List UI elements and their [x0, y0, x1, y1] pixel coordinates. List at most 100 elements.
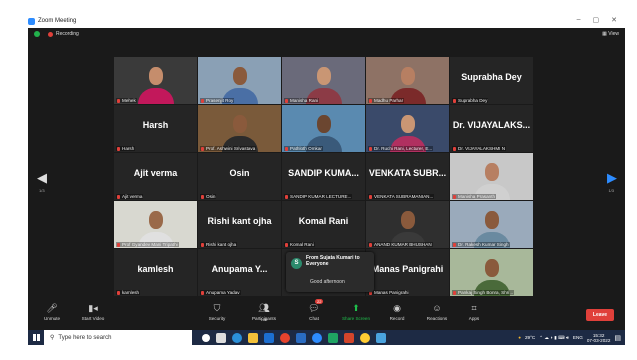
participant-tile[interactable]: Rishi kant ojha Rishi kant ojha	[198, 201, 281, 248]
security-shield-icon[interactable]	[34, 31, 40, 37]
participant-tile[interactable]: Suprabha Dey Suprabha Dey	[450, 57, 533, 104]
leave-button[interactable]: Leave	[586, 309, 614, 321]
security-label: Security	[208, 316, 226, 321]
chat-button[interactable]: 💬︎ 22 Chat	[291, 298, 337, 321]
participant-name-label: Prasenjit Roy	[200, 98, 235, 103]
participant-tile[interactable]: Madhu Parhar	[366, 57, 449, 104]
edge-icon[interactable]	[232, 332, 242, 343]
apps-button[interactable]: ⌗ Apps	[451, 298, 497, 321]
participants-button[interactable]: 👥︎186 Participants	[241, 298, 287, 322]
participant-face	[232, 114, 247, 133]
chat-notification[interactable]: S From Sujata Kumari to Everyone Good af…	[286, 252, 374, 292]
meeting-toolbar: 🎤︎ Unmute ▮◂ Start Video ⛉ Security 👥︎186 Pa…	[28, 298, 625, 330]
share-screen-label: Share Screen	[341, 316, 371, 321]
app-icon[interactable]	[376, 332, 386, 343]
participant-tile[interactable]: Dr. Rakesh Kumar Singh	[450, 201, 533, 248]
participant-display-name: Osin	[229, 168, 250, 178]
participant-tile[interactable]: Anupama Y... Anupama Yadav	[198, 249, 281, 296]
prev-page-arrow-icon[interactable]: ◀	[37, 170, 47, 186]
participant-tile[interactable]: Mehek	[114, 57, 197, 104]
participant-name: Ajit verma	[122, 194, 143, 199]
participant-name-label: Ajit verma	[116, 194, 144, 199]
minimize-button[interactable]: –	[577, 16, 581, 24]
participant-display-name: Ajit verma	[133, 168, 178, 178]
participant-tile[interactable]: Pathloth Omkar	[282, 105, 365, 152]
notifications-icon[interactable]: ▤	[614, 334, 621, 342]
screen: Zoom Meeting – ▢ ✕ Recording ▦ View ◀ 1/…	[0, 0, 637, 360]
participant-tile[interactable]: Dr. Ruchi Rani, Lecturer, E...	[366, 105, 449, 152]
participant-name-label: Harsh	[116, 146, 136, 151]
participant-face	[316, 66, 331, 85]
participant-video	[198, 57, 281, 104]
participant-name: Osin	[206, 194, 216, 199]
participant-tile[interactable]: Manisha Rani	[282, 57, 365, 104]
next-page-arrow-icon[interactable]: ▶	[607, 170, 617, 186]
muted-mic-icon	[201, 146, 204, 151]
participant-tile[interactable]: SANDIP KUMA... SANDIP KUMAR LECTURE...	[282, 153, 365, 200]
tray-icons[interactable]: ⌃ ☁ ◗ ▮ ⌨ 🔊︎	[539, 335, 569, 341]
cortana-icon[interactable]	[202, 333, 210, 342]
participant-face	[484, 258, 499, 277]
start-video-button[interactable]: ▮◂ Start Video	[70, 298, 116, 321]
clock[interactable]: 15:32 07-03-2022	[587, 333, 611, 343]
participant-video	[366, 57, 449, 104]
participant-name: Madhu Parhar	[374, 98, 404, 103]
taskbar-search-input[interactable]: ⚲ Type here to search	[44, 330, 192, 345]
participant-name-label: SANDIP KUMAR LECTURE...	[284, 194, 353, 199]
meeting-area: Recording ▦ View ◀ 1/3 ▶ 1/3 Mehek Prasen…	[28, 28, 625, 330]
participant-name-label: Komal Rani	[284, 242, 315, 247]
start-button[interactable]	[28, 330, 44, 345]
maximize-button[interactable]: ▢	[593, 16, 600, 24]
unmute-button[interactable]: 🎤︎ Unmute	[29, 298, 75, 321]
view-button[interactable]: ▦ View	[602, 31, 619, 37]
participant-face	[400, 66, 415, 85]
zoom-taskbar-icon[interactable]	[312, 332, 322, 343]
close-button[interactable]: ✕	[611, 16, 617, 24]
window-titlebar: Zoom Meeting – ▢ ✕	[28, 14, 625, 28]
participant-tile[interactable]: Prasenjit Roy	[198, 57, 281, 104]
participant-name-label: Suprabha Dey	[452, 98, 489, 103]
chrome-icon[interactable]	[280, 332, 290, 343]
weather-temp[interactable]: 29°C	[525, 335, 535, 340]
language-indicator[interactable]: ENG	[573, 335, 583, 340]
participant-name-label: Osin	[200, 194, 217, 199]
muted-mic-icon	[117, 242, 120, 247]
participant-display-name: Manas Panigrahi	[371, 264, 444, 274]
file-explorer-icon[interactable]	[248, 332, 258, 343]
participant-tile[interactable]: Prof Gyandev Mani Tripathi	[114, 201, 197, 248]
participant-tile[interactable]: Ajit verma Ajit verma	[114, 153, 197, 200]
participant-name: Manisha Prasanth	[458, 194, 496, 199]
participant-name: ANAND KUMAR BHUSHAN	[374, 242, 432, 247]
task-view-icon[interactable]	[216, 332, 226, 343]
participant-tile[interactable]: kamlesh kamlesh	[114, 249, 197, 296]
muted-mic-icon	[285, 194, 288, 199]
share-screen-button[interactable]: ⬆ Share Screen	[333, 298, 379, 321]
word-icon[interactable]	[296, 332, 306, 343]
participant-name: Rishi kant ojha	[206, 242, 237, 247]
muted-mic-icon	[369, 98, 372, 103]
participant-tile[interactable]: Manisha Prasanth	[450, 153, 533, 200]
security-button[interactable]: ⛉ Security	[194, 298, 240, 321]
mail-icon[interactable]	[264, 332, 274, 343]
participant-name: Mehek	[122, 98, 136, 103]
participant-tile[interactable]: Osin Osin	[198, 153, 281, 200]
participant-display-name: SANDIP KUMA...	[288, 168, 359, 178]
participant-face	[484, 210, 499, 229]
participant-tile[interactable]: VENKATA SUBR... VENKATA SUBRAMANIAN...	[366, 153, 449, 200]
participant-tile[interactable]: ANAND KUMAR BHUSHAN	[366, 201, 449, 248]
powerpoint-icon[interactable]	[344, 332, 354, 343]
chat-sender: From Sujata Kumari to Everyone	[306, 255, 360, 267]
record-label: Record	[389, 316, 405, 321]
reactions-icon: ☺	[432, 303, 442, 313]
participant-tile[interactable]: Harsh Harsh	[114, 105, 197, 152]
chrome-alt-icon[interactable]	[360, 332, 370, 343]
participant-tile[interactable]: Prof. Ashwini Srivastava	[198, 105, 281, 152]
participant-tile[interactable]: Komal Rani Komal Rani	[282, 201, 365, 248]
participant-tile[interactable]: Pankaj Singh Bonra, Shri...	[450, 249, 533, 296]
participant-face	[400, 114, 415, 133]
view-label: View	[608, 31, 619, 37]
participant-tile[interactable]: Dr. VIJAYALAKS... Dr. VIJAYALAKSHMI N	[450, 105, 533, 152]
excel-icon[interactable]	[328, 332, 338, 343]
participant-name-label: Dr. Rakesh Kumar Singh	[452, 242, 510, 247]
participant-tile[interactable]: Manas Panigrahi Manas Panigrahi	[366, 249, 449, 296]
